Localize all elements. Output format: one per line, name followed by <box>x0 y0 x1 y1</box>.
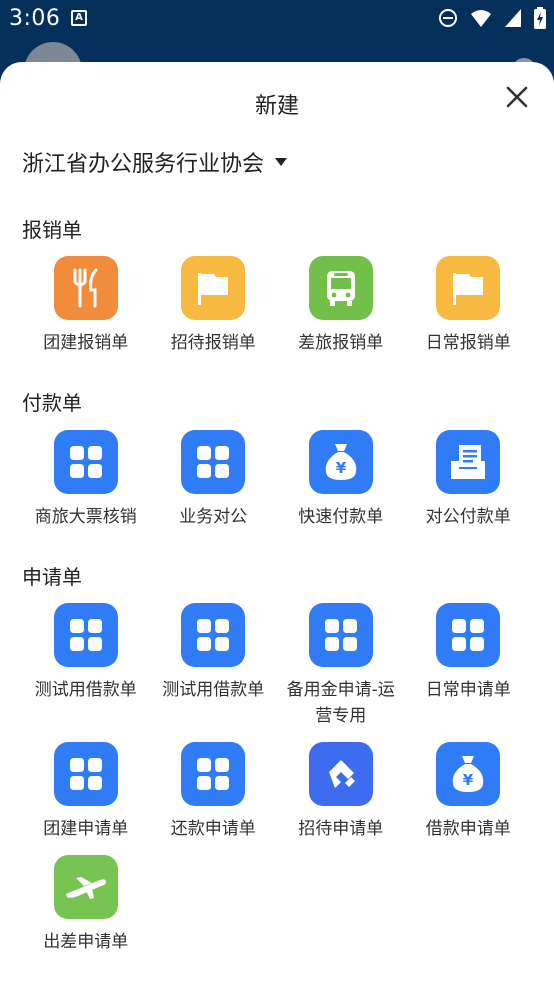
grid-icon <box>53 603 118 667</box>
tile-business-travel-writeoff[interactable]: 商旅大票核销 <box>22 430 150 530</box>
tile-daily-reimbursement[interactable]: 日常报销单 <box>405 256 533 356</box>
tile-loan-application[interactable]: ¥ 借款申请单 <box>405 742 533 842</box>
grid-icon <box>181 603 246 667</box>
wifi-icon <box>471 10 491 27</box>
close-icon[interactable] <box>502 82 532 112</box>
tile-label: 测试用借款单 <box>162 680 265 700</box>
tile-label: 快速付款单 <box>298 507 384 527</box>
tile-travel-reimbursement[interactable]: 差旅报销单 <box>277 256 405 356</box>
grid-icon <box>308 603 373 667</box>
battery-icon <box>534 7 546 29</box>
tile-team-application[interactable]: 团建申请单 <box>22 742 150 842</box>
grid-icon <box>53 430 118 494</box>
tile-repayment-application[interactable]: 还款申请单 <box>150 742 278 842</box>
tile-entertainment-application[interactable]: 招待申请单 <box>277 742 405 842</box>
tile-petty-cash-application[interactable]: 备用金申请-运营专用 <box>277 603 405 729</box>
tile-label: 对公付款单 <box>425 507 511 527</box>
section-title-application: 申请单 <box>22 565 82 589</box>
tile-test-loan-1[interactable]: 测试用借款单 <box>22 603 150 729</box>
tile-label: 借款申请单 <box>425 819 511 839</box>
flag-icon <box>181 256 246 320</box>
tile-entertainment-reimbursement[interactable]: 招待报销单 <box>150 256 278 356</box>
utensils-icon <box>53 256 118 320</box>
status-icons <box>438 7 546 29</box>
money-bag-icon: ¥ <box>436 742 501 806</box>
application-grid-row2: 团建申请单 还款申请单 招待申请单 ¥ 借款申请单 <box>22 742 532 858</box>
new-document-sheet: 新建 浙江省办公服务行业协会 报销单 团建报销单 招待报销单 差旅报销单 日常报… <box>0 62 554 984</box>
tile-business-trip-application[interactable]: 出差申请单 <box>22 855 150 955</box>
money-bag-icon: ¥ <box>308 430 373 494</box>
application-grid-row3: 出差申请单 <box>22 855 532 971</box>
tile-quick-payment[interactable]: ¥ 快速付款单 <box>277 430 405 530</box>
handshake-icon <box>308 742 373 806</box>
svg-text:¥: ¥ <box>336 459 347 477</box>
section-title-reimbursement: 报销单 <box>22 218 82 242</box>
section-title-payment: 付款单 <box>22 391 82 415</box>
tile-test-loan-2[interactable]: 测试用借款单 <box>150 603 278 729</box>
tile-label: 团建申请单 <box>43 819 129 839</box>
grid-icon <box>436 603 501 667</box>
bus-icon <box>308 256 373 320</box>
payment-grid: 商旅大票核销 业务对公 ¥ 快速付款单 对公付款单 <box>22 430 532 546</box>
tile-label: 出差申请单 <box>43 932 129 952</box>
signal-icon <box>505 9 521 27</box>
sheet-title: 新建 <box>254 94 299 119</box>
grid-icon <box>53 742 118 806</box>
airplane-icon <box>53 855 118 919</box>
svg-text:¥: ¥ <box>463 771 474 789</box>
tile-team-reimbursement[interactable]: 团建报销单 <box>22 256 150 356</box>
tile-label: 测试用借款单 <box>34 680 137 700</box>
tile-daily-application[interactable]: 日常申请单 <box>405 603 533 729</box>
tile-label: 日常报销单 <box>425 333 511 353</box>
tile-label: 还款申请单 <box>170 819 256 839</box>
tile-label: 业务对公 <box>179 507 248 527</box>
caret-down-icon <box>275 158 288 166</box>
tile-label: 商旅大票核销 <box>34 507 137 527</box>
tile-label: 备用金申请-运营专用 <box>286 680 395 726</box>
tile-label: 差旅报销单 <box>298 333 384 353</box>
status-bar: 3:06 A <box>0 0 554 36</box>
organization-name: 浙江省办公服务行业协会 <box>22 152 265 177</box>
tile-label: 招待报销单 <box>170 333 256 353</box>
tile-business-corporate[interactable]: 业务对公 <box>150 430 278 530</box>
reimbursement-grid: 团建报销单 招待报销单 差旅报销单 日常报销单 <box>22 256 532 372</box>
tile-label: 招待申请单 <box>298 819 384 839</box>
tile-corporate-payment[interactable]: 对公付款单 <box>405 430 533 530</box>
flag-icon <box>436 256 501 320</box>
notification-icon: A <box>71 10 87 26</box>
grid-icon <box>181 430 246 494</box>
tile-label: 团建报销单 <box>43 333 129 353</box>
do-not-disturb-icon <box>439 9 457 27</box>
status-time: 3:06 <box>9 6 61 31</box>
tile-label: 日常申请单 <box>425 680 511 700</box>
organization-selector[interactable]: 浙江省办公服务行业协会 <box>22 146 288 178</box>
grid-icon <box>181 742 246 806</box>
inbox-icon <box>436 430 501 494</box>
application-grid: 测试用借款单 测试用借款单 备用金申请-运营专用 日常申请单 <box>22 603 532 745</box>
